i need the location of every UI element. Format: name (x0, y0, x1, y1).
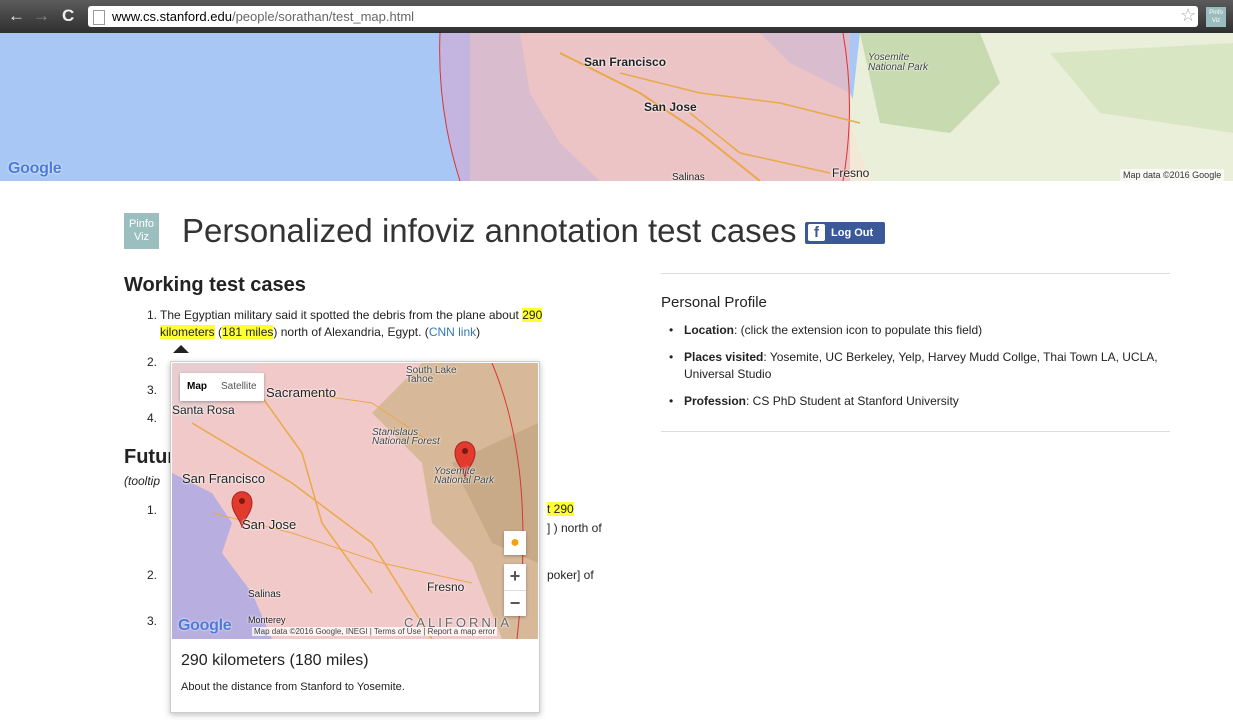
google-logo[interactable]: Google (8, 160, 62, 178)
zoom-in-button[interactable]: + (504, 564, 526, 589)
map-label: Fresno (427, 580, 465, 594)
profile-item-location: Location: (click the extension icon to p… (669, 322, 1161, 339)
map-label: Sacramento (266, 385, 337, 400)
list-number: 2. (147, 568, 158, 582)
profile-list: Location: (click the extension icon to p… (669, 322, 1161, 420)
map-label: San Francisco (182, 471, 266, 486)
back-arrow-icon[interactable]: ← (8, 6, 25, 26)
map-label: Salinas (672, 172, 705, 181)
list-item-fragment: poker] of (547, 568, 594, 582)
browser-toolbar: ← → C www.cs.stanford.edu/people/soratha… (0, 0, 1233, 33)
map-label: Santa Rosa (172, 403, 235, 417)
profile-title: Personal Profile (661, 294, 767, 311)
zoom-out-button[interactable]: − (504, 590, 526, 616)
reload-icon[interactable]: C (62, 6, 74, 26)
map-label: Stanislaus National Forest (372, 427, 440, 447)
list-number: 4. (147, 411, 158, 425)
map-label: South Lake Tahoe (406, 365, 457, 385)
list-number: 3. (147, 383, 158, 397)
facebook-logout-button[interactable]: f Log Out (805, 222, 885, 244)
page-icon (93, 10, 105, 25)
facebook-icon: f (808, 224, 825, 241)
forward-arrow-icon[interactable]: → (33, 6, 50, 26)
street-view-pegman-icon[interactable]: ● (504, 531, 526, 555)
tooltip-caret (173, 345, 189, 353)
map-footer: Map data ©2016 Google, INEGI | Terms of … (252, 627, 498, 636)
address-bar[interactable]: www.cs.stanford.edu/people/sorathan/test… (88, 6, 1198, 27)
map-label: Salinas (248, 589, 281, 600)
url-text: www.cs.stanford.edu/people/sorathan/test… (112, 9, 415, 24)
map-label: Yosemite National Park (868, 52, 929, 73)
map-label: Fresno (832, 166, 870, 180)
future-heading: Future (124, 446, 174, 468)
list-item-fragment: t 290 (547, 502, 574, 516)
working-test-cases-heading: Working test cases (124, 274, 306, 296)
extension-icon[interactable]: Pinfo Viz (1206, 7, 1226, 27)
report-error-link[interactable]: Report a map error (428, 627, 496, 636)
future-subheading: (tooltip (124, 474, 161, 488)
map-type-control: Map Satellite (180, 373, 264, 401)
map-label: Yosemite National Park (434, 466, 495, 486)
tooltip-popup: Map Satellite Sacramento Santa Rosa South… (170, 361, 540, 713)
map-credit: Map data ©2016 Google, INEGI (254, 627, 368, 636)
list-item-fragment: ] ) north of (547, 521, 602, 535)
map-label: San Francisco (584, 55, 667, 69)
map-credit: Map data ©2016 Google (1120, 169, 1225, 181)
google-logo[interactable]: Google (178, 617, 232, 635)
profile-item-profession: Profession: CS PhD Student at Stanford U… (669, 393, 1161, 410)
map-type-satellite-button[interactable]: Satellite (214, 373, 264, 401)
map-label: San Jose (644, 100, 697, 114)
popup-map[interactable]: Map Satellite Sacramento Santa Rosa South… (172, 363, 538, 639)
map-label: San Jose (242, 517, 297, 532)
map-type-map-button[interactable]: Map (180, 373, 214, 401)
map-label: Monterey (248, 615, 286, 625)
page-title: Personalized infoviz annotation test cas… (182, 212, 797, 249)
profile-item-places: Places visited: Yosemite, UC Berkeley, Y… (669, 349, 1161, 383)
pinfo-viz-logo: Pinfo Viz (124, 213, 159, 249)
list-number: 1. (147, 308, 158, 322)
list-number: 3. (147, 614, 158, 628)
list-item: The Egyptian military said it spotted th… (160, 308, 543, 339)
list-number: 1. (147, 503, 158, 517)
logout-label: Log Out (831, 227, 874, 239)
top-map[interactable]: San Francisco San Jose Yosemite National… (0, 33, 1233, 181)
personal-profile-panel: Personal Profile Location: (click the ex… (661, 273, 1170, 432)
cnn-link[interactable]: CNN link (429, 325, 476, 339)
popup-description: About the distance from Stanford to Yose… (181, 681, 405, 693)
list-number: 2. (147, 355, 158, 369)
popup-title: 290 kilometers (180 miles) (181, 652, 369, 669)
bookmark-star-icon[interactable]: ☆ (1180, 5, 1196, 25)
zoom-control: + − (504, 564, 526, 616)
terms-link[interactable]: Terms of Use (374, 627, 421, 636)
